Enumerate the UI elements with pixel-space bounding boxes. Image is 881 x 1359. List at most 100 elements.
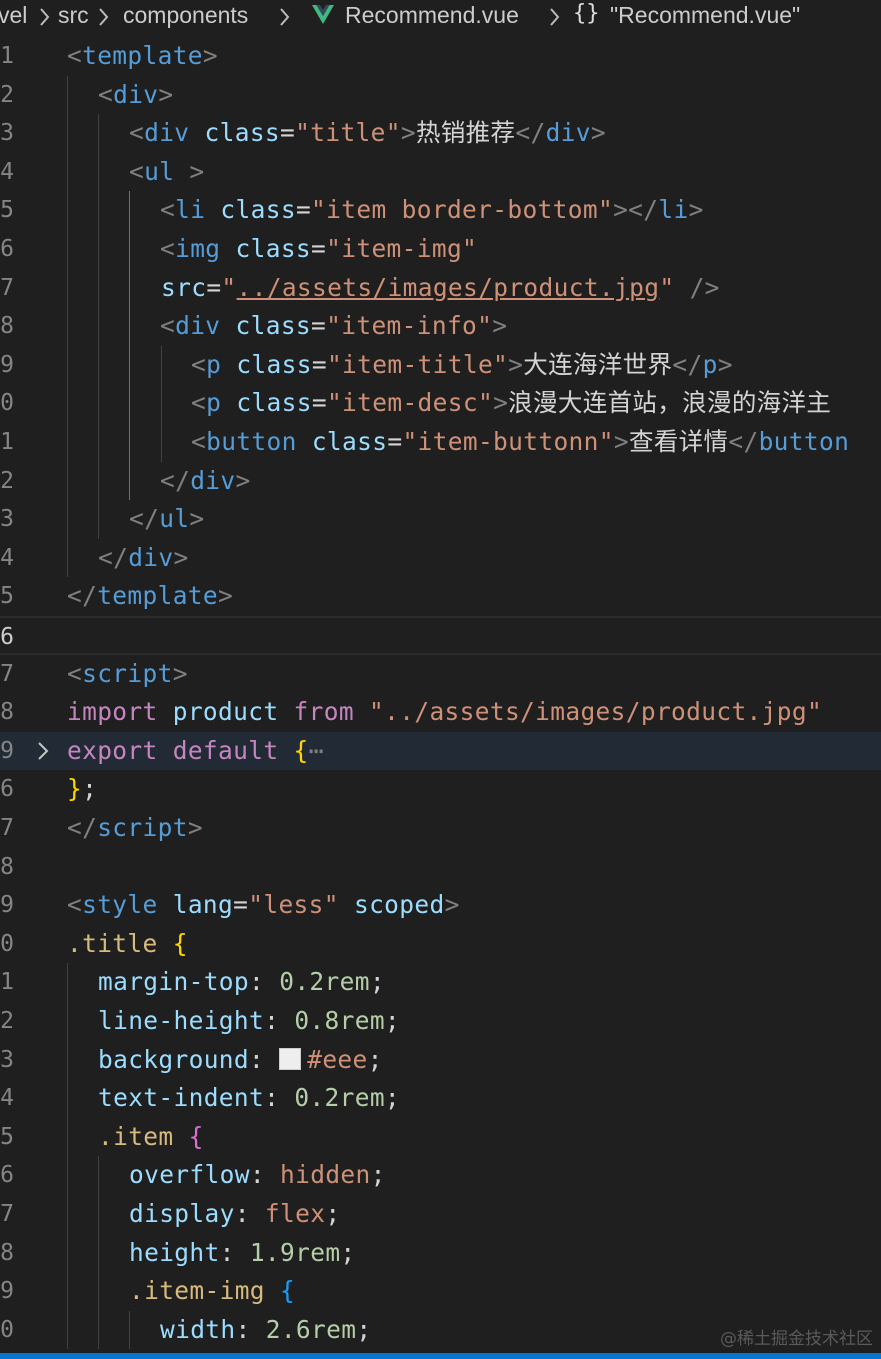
code-line[interactable]: 1 margin-top: 0.2rem; — [0, 963, 881, 1002]
code-text: display: flex; — [129, 1195, 340, 1234]
code-token: "title" — [295, 118, 401, 148]
code-token: > — [187, 813, 203, 842]
code-token: div — [144, 118, 190, 148]
code-line[interactable]: 9 <style lang="less" scoped> — [0, 886, 881, 925]
code-line[interactable]: 5 .item { — [0, 1118, 881, 1157]
code-text: <div> — [98, 76, 174, 115]
code-text: export default {⋯ — [67, 732, 324, 771]
code-token: ⋯ — [308, 735, 324, 765]
code-line[interactable]: 3 </ul> — [0, 500, 881, 539]
line-number: 8 — [0, 313, 14, 340]
code-line[interactable]: 7 src="../assets/images/product.jpg" /> — [0, 269, 881, 308]
code-token: > — [444, 890, 460, 920]
code-text: <li class="item border-bottom"></li> — [160, 191, 704, 230]
code-line[interactable]: 1 <button class="item-buttonn">查看详情</butt… — [0, 423, 881, 462]
code-line[interactable]: 5 </template> — [0, 577, 881, 616]
line-number: 8 — [0, 1239, 14, 1266]
line-number: 2 — [0, 467, 14, 494]
code-line[interactable]: 6 overflow: hidden; — [0, 1156, 881, 1195]
code-line[interactable]: 2 <div> — [0, 76, 881, 115]
code-token: class — [236, 349, 312, 379]
line-number: 0 — [0, 390, 14, 417]
code-token: overflow — [129, 1160, 250, 1190]
code-token: "less" — [248, 890, 339, 920]
code-line[interactable]: 4 text-indent: 0.2rem; — [0, 1079, 881, 1118]
breadcrumb-item-symbol[interactable]: "Recommend.vue" — [610, 2, 800, 29]
code-line[interactable]: 0 <p class="item-desc">浪漫大连首站，浪漫的海洋主 — [0, 384, 881, 423]
code-token: li — [175, 195, 206, 225]
code-token: 1.9rem — [249, 1237, 341, 1267]
code-token: div — [545, 118, 591, 148]
code-token: { — [280, 1276, 296, 1306]
color-swatch[interactable] — [279, 1047, 302, 1070]
code-text: src="../assets/images/product.jpg" /> — [161, 269, 720, 308]
code-line[interactable]: 4 </div> — [0, 539, 881, 578]
breadcrumb-item-root[interactable]: vel — [0, 2, 27, 29]
breadcrumb-item-components[interactable]: components — [123, 2, 248, 29]
code-token: width — [160, 1314, 236, 1344]
code-token: > — [235, 465, 251, 495]
code-line[interactable]: 6 <img class="item-img" — [0, 230, 881, 269]
code-line[interactable]: 3 <div class="title">热销推荐</div> — [0, 114, 881, 153]
code-line[interactable]: 2 line-height: 0.8rem; — [0, 1002, 881, 1041]
code-line[interactable]: 7 <script> — [0, 655, 881, 694]
code-token: ; — [367, 1044, 383, 1074]
code-line[interactable]: 7 </script> — [0, 809, 881, 848]
line-number: 9 — [0, 892, 14, 919]
code-line[interactable]: 5 <li class="item border-bottom"></li> — [0, 191, 881, 230]
code-line[interactable]: 4 <ul > — [0, 153, 881, 192]
breadcrumb-item-src[interactable]: src — [58, 2, 89, 29]
code-token: : — [235, 1314, 266, 1344]
code-line[interactable]: 8 — [0, 848, 881, 887]
breadcrumb-item-file[interactable]: Recommend.vue — [345, 2, 519, 29]
code-token: </ — [160, 465, 191, 495]
code-token: flex — [264, 1199, 326, 1228]
line-number: 6 — [0, 1162, 14, 1189]
code-line[interactable]: 9 <p class="item-title">大连海洋世界</p> — [0, 346, 881, 385]
code-line[interactable]: 9 .item-img { — [0, 1272, 881, 1311]
line-number: 1 — [0, 43, 14, 69]
code-token: class — [204, 118, 281, 148]
code-line[interactable]: 8 import product from "../assets/images/p… — [0, 693, 881, 732]
code-text: <p class="item-desc">浪漫大连首站，浪漫的海洋主 — [191, 384, 831, 423]
code-token: : — [249, 967, 280, 997]
code-token: > — [688, 195, 704, 225]
fold-chevron-icon[interactable] — [36, 741, 50, 761]
code-line[interactable]: 7 display: flex; — [0, 1195, 881, 1234]
code-token: background — [98, 1044, 250, 1074]
code-line[interactable]: 8 <div class="item-info"> — [0, 307, 881, 346]
code-token: </ — [728, 427, 759, 456]
chevron-right-icon — [550, 8, 560, 26]
code-line[interactable]: 3 background: #eee; — [0, 1041, 881, 1080]
code-token: .title — [67, 928, 158, 958]
code-line[interactable]: 0 .title { — [0, 925, 881, 964]
line-number: 7 — [0, 660, 14, 687]
code-token: = — [206, 272, 222, 302]
code-token: > — [493, 388, 509, 418]
code-token: < — [129, 118, 145, 148]
code-text: background: #eee; — [98, 1041, 383, 1080]
code-token: ../assets/images/product.jpg — [236, 272, 660, 302]
code-editor[interactable]: 1 <template> 2 <div> 3 <div class="title">热销推… — [0, 37, 881, 1353]
code-token: line-height — [98, 1006, 265, 1035]
code-token: > — [492, 311, 508, 341]
line-number: 7 — [0, 1201, 14, 1227]
code-token: > — [218, 581, 234, 611]
line-number: 4 — [0, 544, 14, 571]
code-token: " — [221, 272, 237, 302]
code-line[interactable]: 9 export default {⋯ — [0, 731, 881, 771]
code-token: > — [717, 349, 733, 379]
code-line[interactable]: 8 height: 1.9rem; — [0, 1234, 881, 1273]
code-line[interactable]: 6 — [0, 616, 881, 655]
code-line[interactable]: 2 </div> — [0, 462, 881, 501]
code-token: style — [82, 890, 158, 920]
code-line[interactable]: 6}; — [0, 770, 881, 809]
code-token: { — [293, 735, 309, 765]
code-line[interactable]: 1 <template> — [0, 37, 881, 76]
